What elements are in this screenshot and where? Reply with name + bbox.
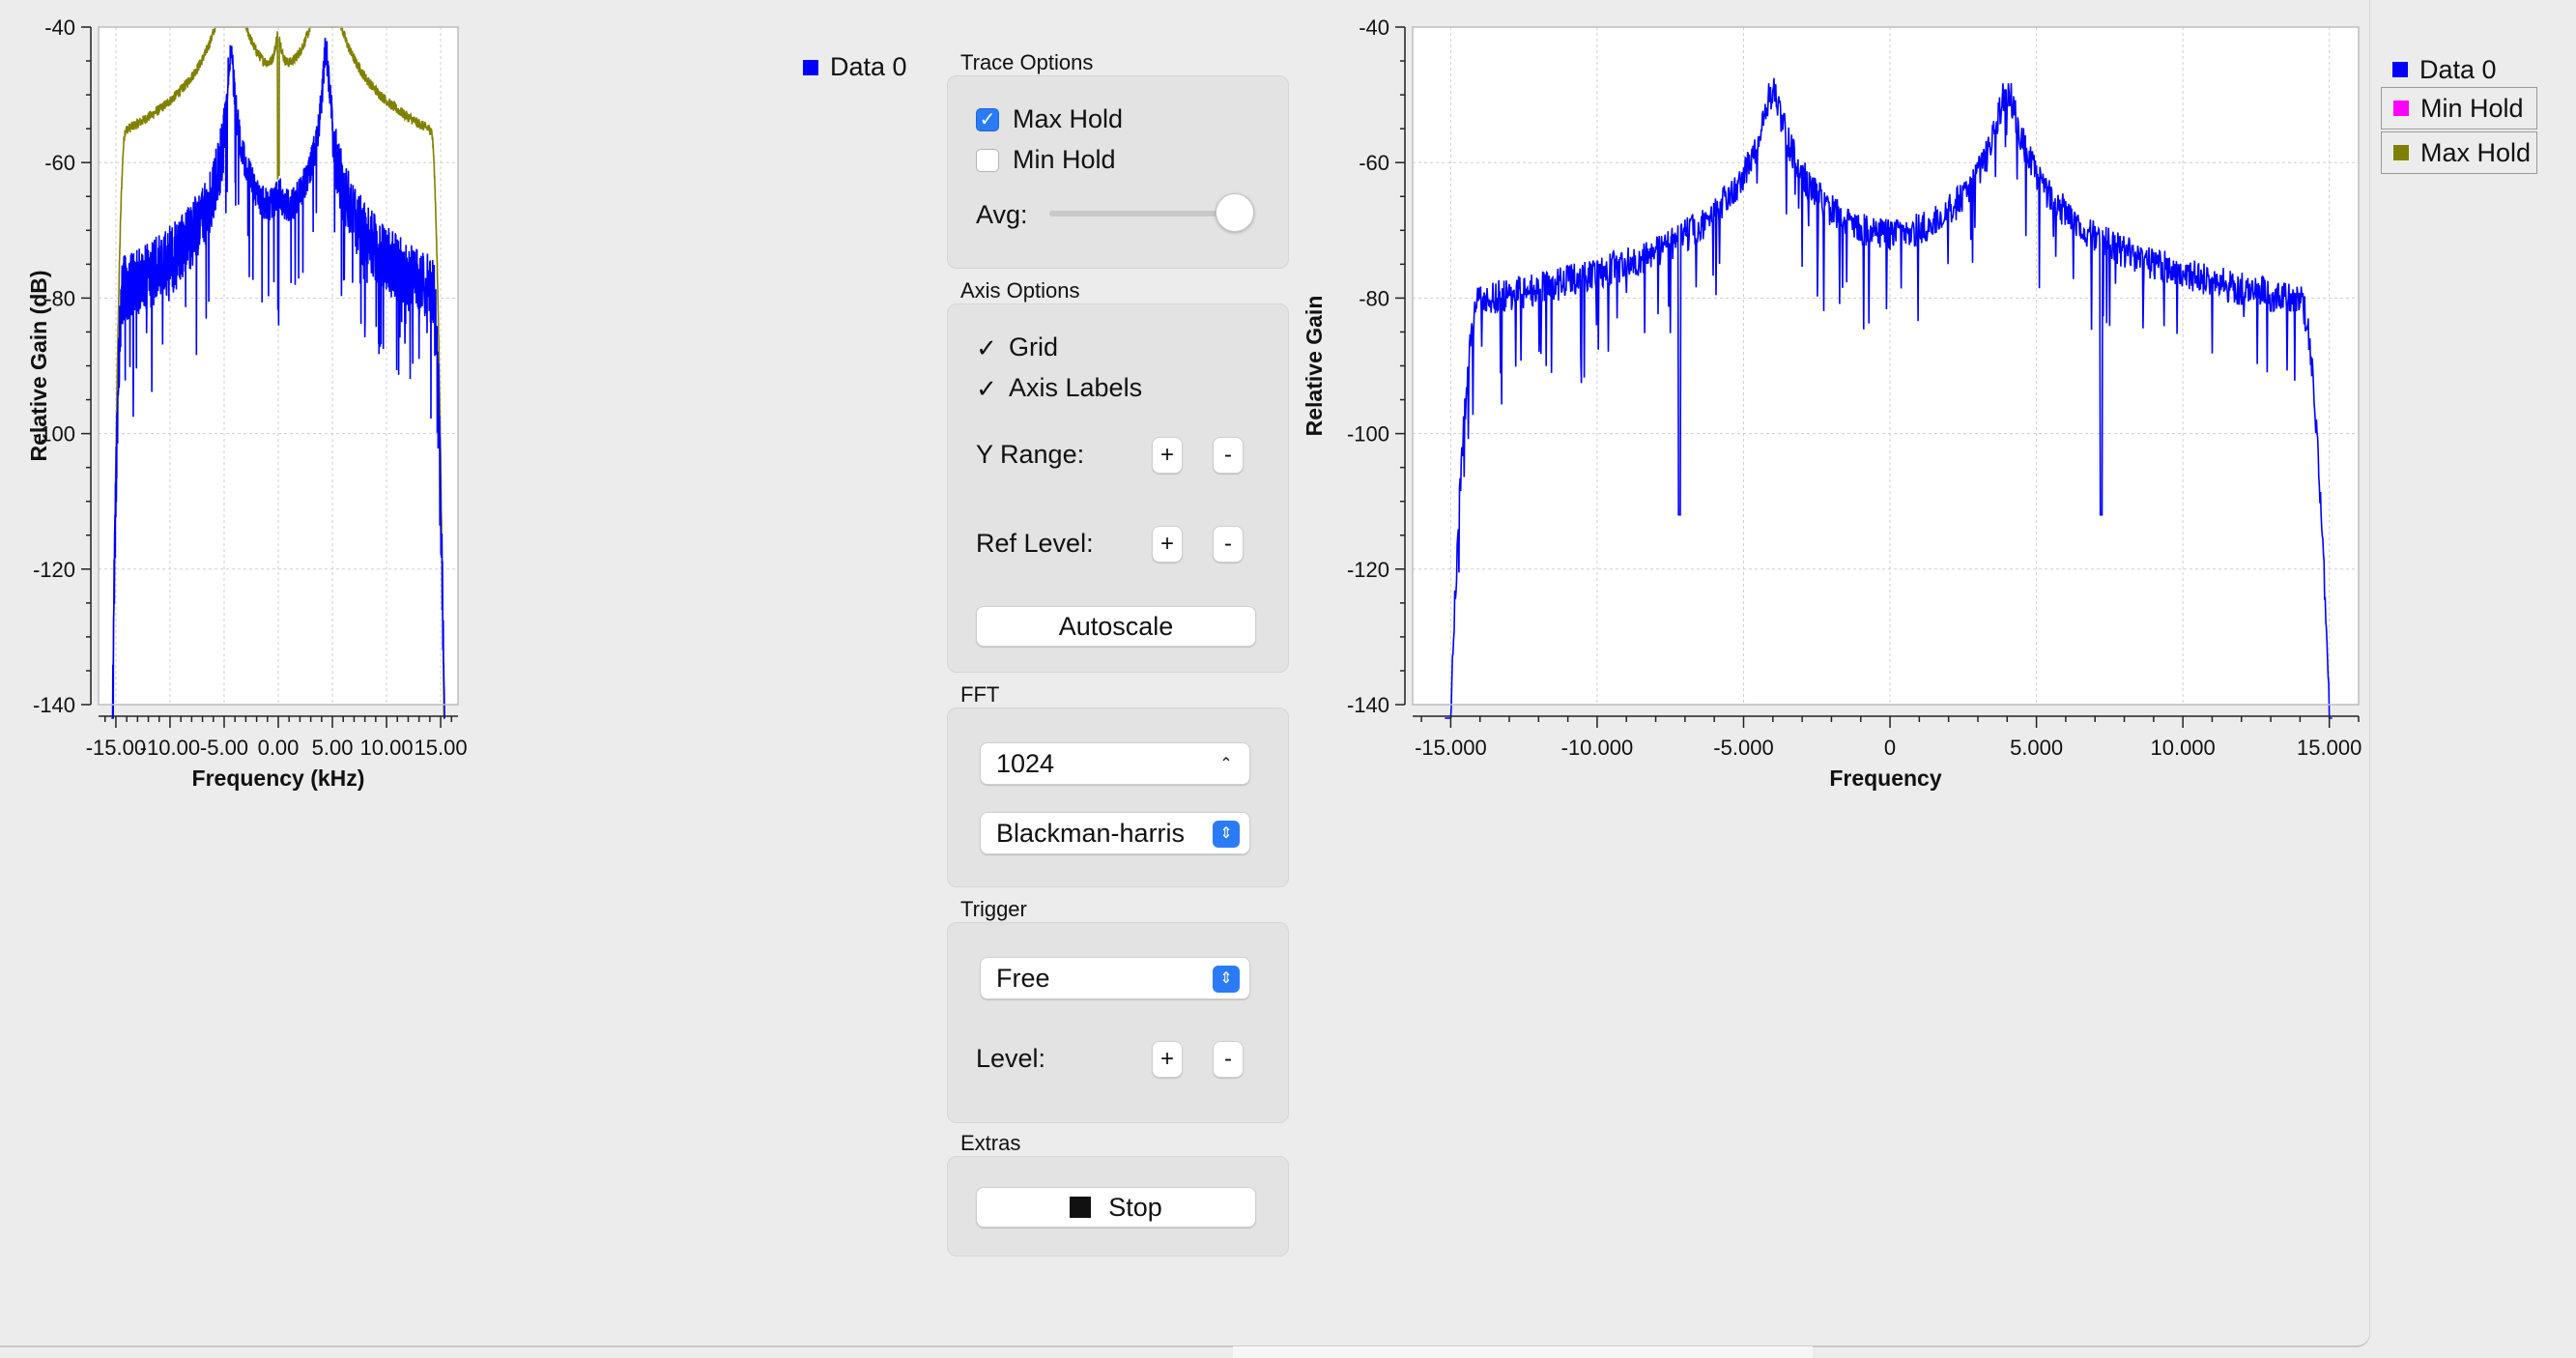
x-tick-label: 5.000	[2010, 736, 2063, 760]
fft-size-select[interactable]: 1024 ⌃	[980, 742, 1250, 785]
x-axis: -15.000 -10.000 -5.000 0 5.000 10.000 15.000 Fr…	[1413, 715, 2361, 791]
min-hold-label: Min Hold	[1013, 145, 1116, 174]
y-axis-label: Relative Gain	[1302, 296, 1327, 437]
y-tick-label: -40	[1359, 15, 1389, 40]
data0-swatch	[2392, 62, 2408, 77]
y-tick-label: -60	[1359, 151, 1389, 175]
legend-label: Max Hold	[2420, 137, 2532, 167]
y-tick-label: -140	[1347, 693, 1389, 717]
up-down-chevron-icon: ⇕	[1213, 966, 1240, 993]
fft-window-value: Blackman-harris	[996, 818, 1186, 848]
x-axis: -15.00-10.00 -5.00 0.00 5.00 10.00 15.00 Frequ…	[86, 715, 468, 791]
right-legend-min-hold[interactable]: Min Hold	[2381, 87, 2537, 130]
autoscale-button[interactable]: Autoscale	[976, 606, 1256, 647]
x-tick-label: 10.000	[2150, 736, 2215, 760]
x-tick-label: 15.000	[2297, 736, 2361, 760]
x-tick-label: 5.00	[312, 736, 354, 760]
y-tick-label: -120	[1347, 558, 1389, 582]
axis-options-title: Axis Options	[960, 278, 1080, 303]
y-tick-label: -120	[33, 558, 75, 582]
x-axis-label: Frequency (kHz)	[192, 766, 365, 791]
trigger-level-plus-button[interactable]: +	[1152, 1041, 1183, 1078]
stop-square-icon	[1070, 1197, 1092, 1218]
fft-window-select[interactable]: Blackman-harris ⇕	[980, 812, 1250, 854]
up-down-chevron-icon: ⇕	[1213, 821, 1240, 848]
max-hold-swatch	[2393, 145, 2409, 160]
checkmark-icon: ✓	[976, 332, 997, 362]
x-tick-label: 0	[1884, 736, 1896, 760]
fft-group	[947, 708, 1289, 887]
right-legend-max-hold[interactable]: Max Hold	[2381, 131, 2537, 174]
trigger-mode-select[interactable]: Free ⇕	[980, 957, 1250, 999]
y-range-minus-button[interactable]: -	[1213, 437, 1244, 474]
axis-labels-label: Axis Labels	[1009, 373, 1143, 402]
right-legend-data0[interactable]: Data 0	[2392, 52, 2533, 87]
min-hold-swatch	[2393, 101, 2409, 116]
right-frequency-plot[interactable]: -40 -60 -80 -100 -120 -140 Relative Gain -15.00…	[1285, 0, 2367, 1357]
y-range-label: Y Range:	[976, 440, 1085, 469]
y-tick-label: -40	[44, 15, 75, 40]
x-tick-label: -5.00	[200, 736, 248, 760]
y-tick-label: -80	[1359, 286, 1389, 310]
ref-level-plus-button[interactable]: +	[1152, 526, 1183, 563]
ref-level-minus-button[interactable]: -	[1213, 526, 1244, 563]
grid-label: Grid	[1009, 332, 1059, 361]
max-hold-checkbox[interactable]: ✓ Max Hold	[976, 104, 1123, 134]
x-tick-label: -15.00	[86, 736, 146, 760]
unchecked-box-icon	[976, 148, 999, 172]
x-tick-label: -10.000	[1561, 736, 1634, 760]
stop-label: Stop	[1108, 1192, 1162, 1222]
legend-label: Data 0	[2419, 54, 2497, 84]
fft-size-value: 1024	[996, 748, 1055, 778]
avg-label: Avg:	[976, 200, 1028, 229]
extras-title: Extras	[960, 1131, 1021, 1155]
x-tick-label: -5.000	[1713, 736, 1773, 760]
y-axis: -40 -60 -80 -100 -120 -140 Relative Gain	[1302, 15, 1406, 717]
x-tick-label: 0.00	[258, 736, 300, 760]
trigger-group	[947, 922, 1289, 1123]
fft-title: FFT	[960, 682, 1000, 707]
y-range-plus-button[interactable]: +	[1152, 437, 1183, 474]
x-tick-label: 10.00	[360, 736, 414, 760]
x-tick-label: 15.00	[415, 736, 468, 760]
trigger-level-minus-button[interactable]: -	[1213, 1041, 1244, 1078]
y-axis-label: Relative Gain (dB)	[26, 270, 51, 461]
avg-slider-knob[interactable]	[1216, 193, 1254, 232]
ref-level-label: Ref Level:	[976, 529, 1094, 558]
y-tick-label: -100	[1347, 422, 1389, 447]
trigger-level-label: Level:	[976, 1044, 1046, 1073]
min-hold-checkbox[interactable]: Min Hold	[976, 145, 1116, 175]
left-legend-data0[interactable]: Data 0	[803, 52, 907, 82]
left-frequency-plot[interactable]: -40-60-80-100-120-140Relative Gain (dB)-…	[0, 0, 966, 1357]
up-down-chevron-icon: ⌃	[1219, 756, 1233, 772]
data0-swatch	[803, 59, 818, 75]
trigger-title: Trigger	[960, 897, 1027, 921]
stop-button[interactable]: Stop	[976, 1187, 1256, 1228]
x-tick-label: -10.00	[140, 736, 200, 760]
trigger-mode-value: Free	[996, 963, 1050, 993]
plot-area[interactable]	[1413, 27, 2359, 705]
legend-label: Min Hold	[2420, 93, 2524, 123]
axis-labels-checkbox[interactable]: ✓ Axis Labels	[976, 373, 1142, 403]
checkmark-icon: ✓	[976, 373, 997, 403]
y-tick-label: -140	[33, 693, 75, 717]
checkmark-icon: ✓	[976, 107, 999, 131]
x-tick-label: -15.000	[1415, 736, 1487, 760]
legend-label: Data 0	[830, 52, 907, 81]
y-tick-label: -60	[44, 151, 75, 175]
x-axis-label: Frequency	[1829, 766, 1942, 791]
y-axis: -40-60-80-100-120-140Relative Gain (dB)	[26, 15, 92, 717]
trace-options-title: Trace Options	[960, 50, 1094, 74]
max-hold-label: Max Hold	[1013, 104, 1124, 133]
grid-checkbox[interactable]: ✓ Grid	[976, 332, 1058, 362]
